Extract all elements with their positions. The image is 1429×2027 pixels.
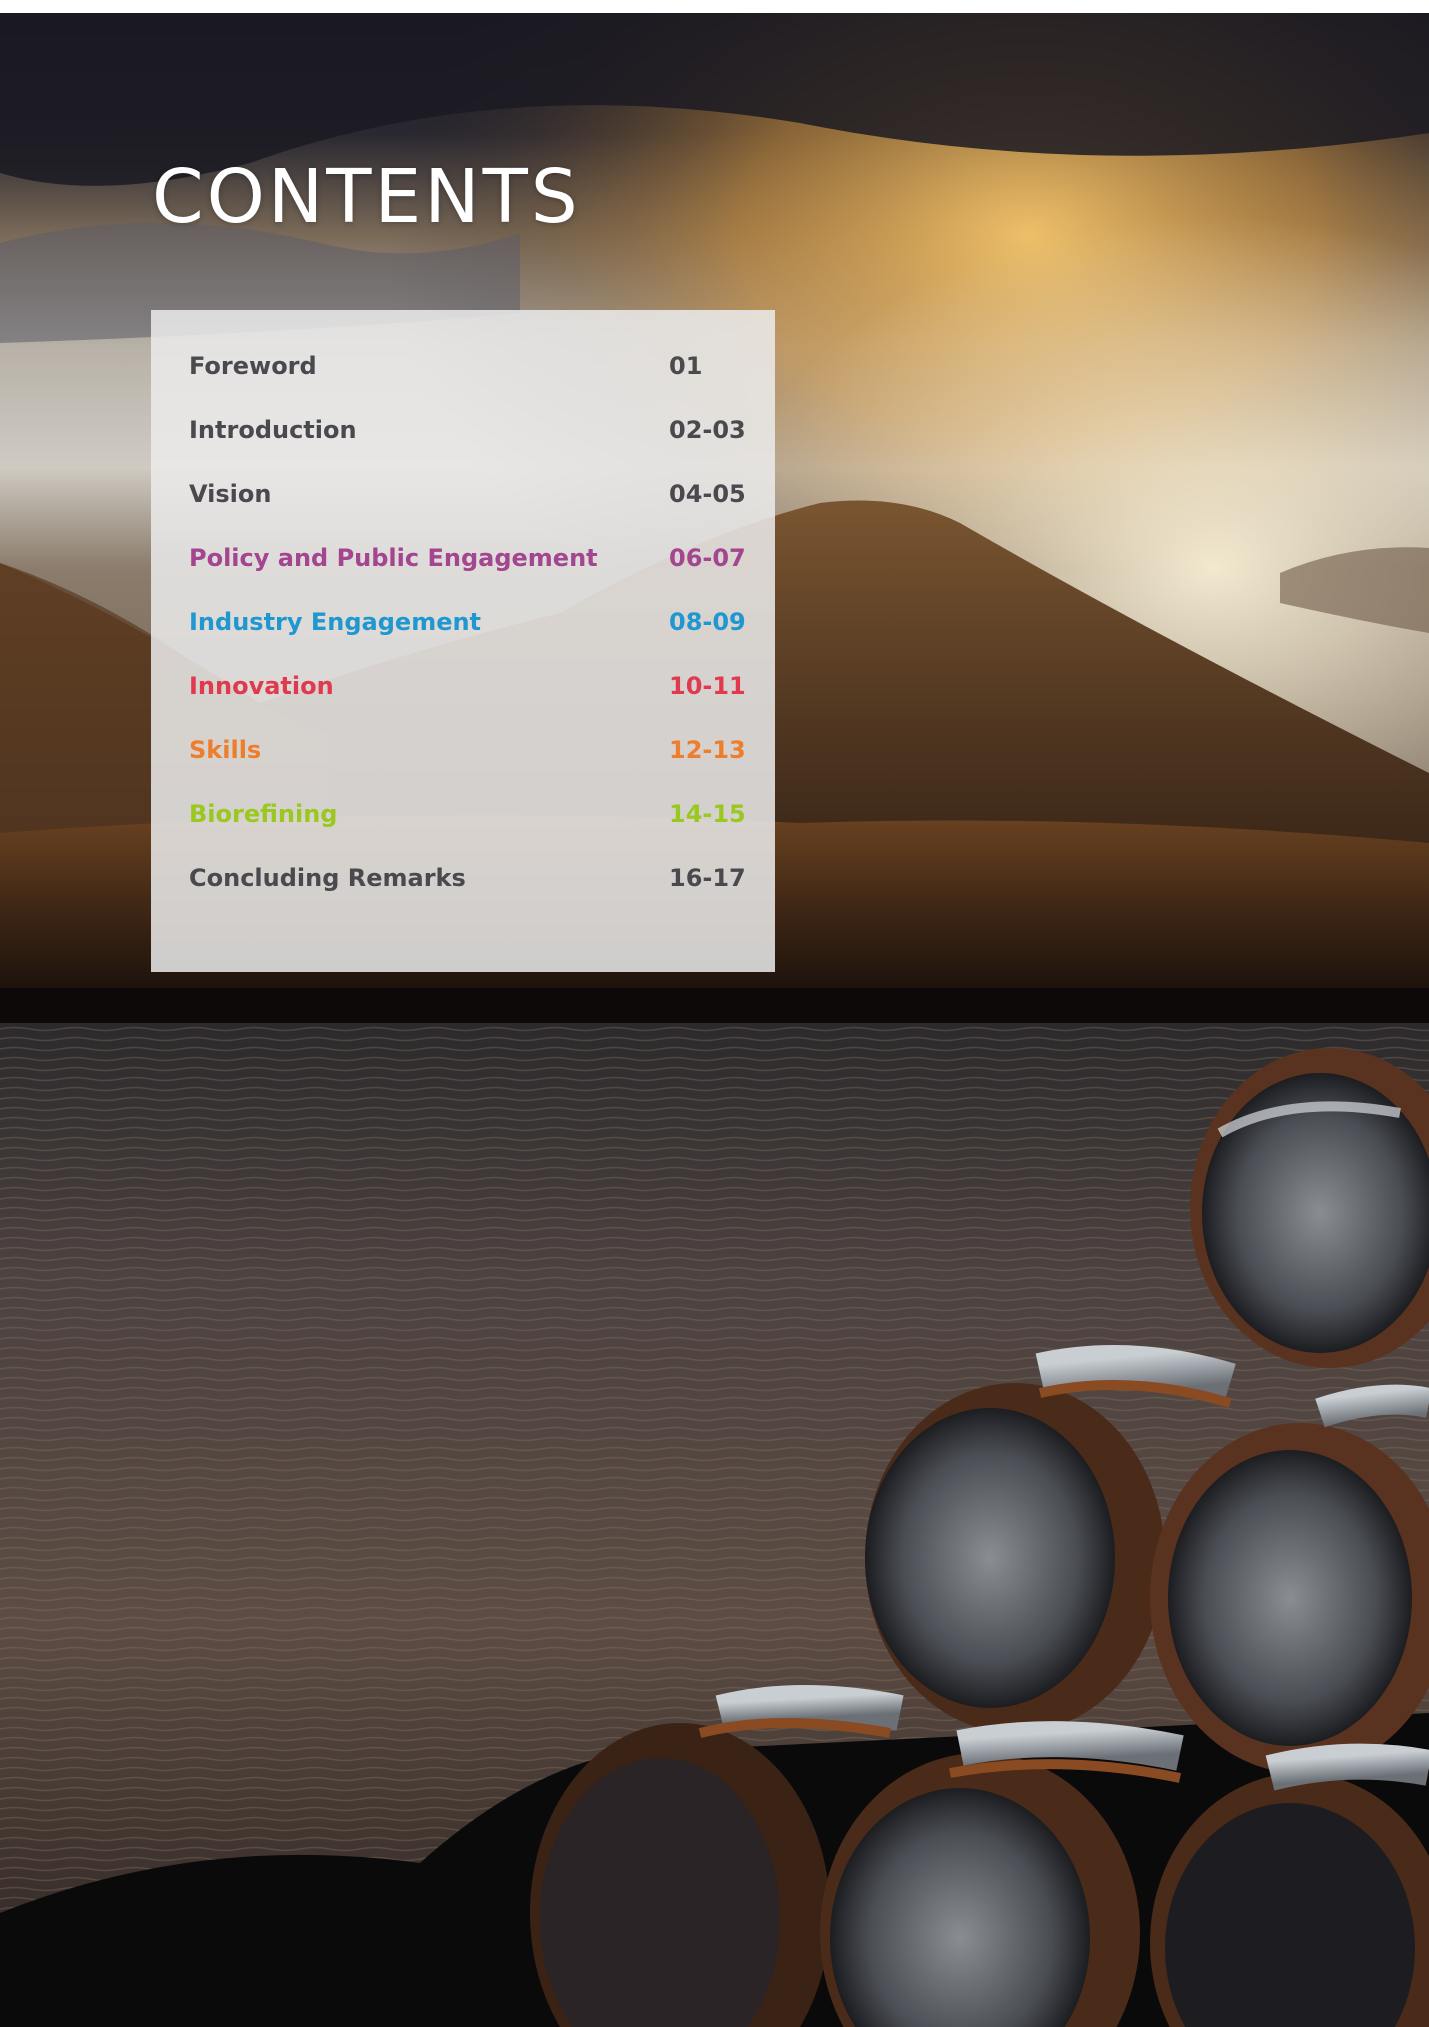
- toc-item-label: Foreword: [189, 352, 317, 380]
- toc-item-label: Vision: [189, 480, 272, 508]
- toc-item-pages: 04-05: [669, 480, 746, 508]
- toc-item-label: Policy and Public Engagement: [189, 544, 598, 572]
- toc-item-innovation[interactable]: Innovation 10-11: [189, 654, 749, 718]
- toc-item-pages: 06-07: [669, 544, 746, 572]
- page-title: CONTENTS: [152, 154, 581, 240]
- toc-item-label: Concluding Remarks: [189, 864, 466, 892]
- toc-item-label: Skills: [189, 736, 262, 764]
- toc-item-label: Introduction: [189, 416, 357, 444]
- toc-item-introduction[interactable]: Introduction 02-03: [189, 398, 749, 462]
- toc-item-industry-engagement[interactable]: Industry Engagement 08-09: [189, 590, 749, 654]
- toc-item-biorefining[interactable]: Biorefining 14-15: [189, 782, 749, 846]
- toc-item-pages: 10-11: [669, 672, 746, 700]
- toc-item-label: Innovation: [189, 672, 334, 700]
- contents-page: CONTENTS Foreword 01 Introduction 02-03 …: [0, 0, 1429, 2027]
- toc-item-pages: 08-09: [669, 608, 746, 636]
- toc-item-pages: 02-03: [669, 416, 746, 444]
- toc-item-label: Biorefining: [189, 800, 338, 828]
- toc-item-pages: 12-13: [669, 736, 746, 764]
- toc-item-pages: 14-15: [669, 800, 746, 828]
- toc-item-policy-public-engagement[interactable]: Policy and Public Engagement 06-07: [189, 526, 749, 590]
- toc-item-concluding-remarks[interactable]: Concluding Remarks 16-17: [189, 846, 749, 910]
- toc-item-label: Industry Engagement: [189, 608, 482, 636]
- table-of-contents-panel: Foreword 01 Introduction 02-03 Vision 04…: [151, 310, 775, 972]
- toc-item-foreword[interactable]: Foreword 01: [189, 334, 749, 398]
- toc-item-pages: 16-17: [669, 864, 746, 892]
- toc-item-vision[interactable]: Vision 04-05: [189, 462, 749, 526]
- toc-item-pages: 01: [669, 352, 703, 380]
- toc-list: Foreword 01 Introduction 02-03 Vision 04…: [189, 334, 749, 910]
- toc-item-skills[interactable]: Skills 12-13: [189, 718, 749, 782]
